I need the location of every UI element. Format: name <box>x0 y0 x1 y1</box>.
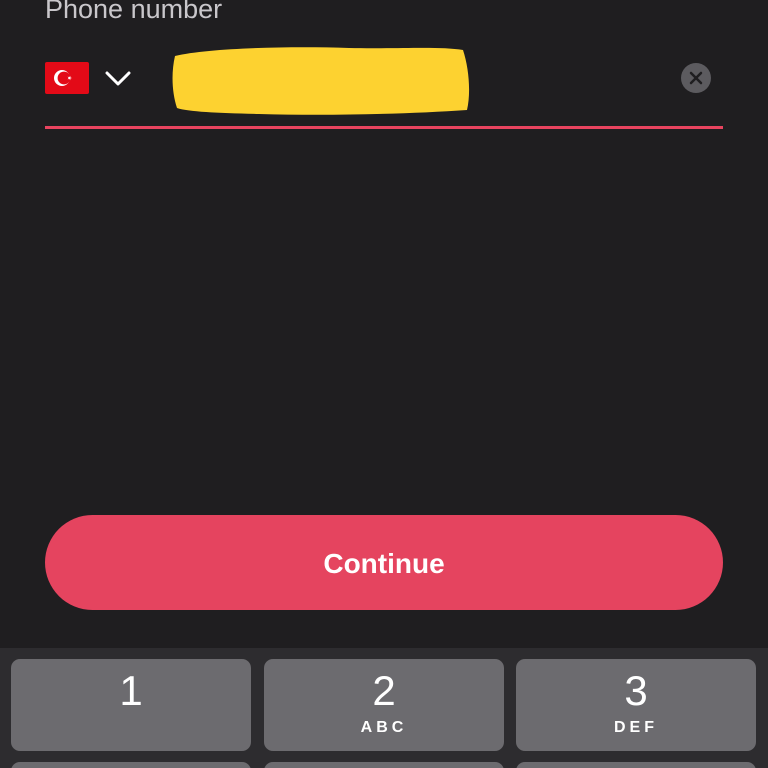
key-6[interactable] <box>516 762 756 768</box>
key-3[interactable]: 3 DEF <box>516 659 756 751</box>
key-1[interactable]: 1 <box>11 659 251 751</box>
key-letters: ABC <box>360 719 408 736</box>
phone-input-row <box>45 47 723 115</box>
close-icon <box>689 71 703 85</box>
phone-number-label: Phone number <box>45 0 223 24</box>
chevron-down-icon[interactable] <box>103 64 133 94</box>
phone-input-underline <box>45 126 723 129</box>
key-2[interactable]: 2 ABC <box>264 659 504 751</box>
clear-input-button[interactable] <box>681 63 711 93</box>
login-screen: Phone number Continue 1 2 ABC 3 DEF <box>0 0 768 768</box>
key-letters: DEF <box>614 719 658 736</box>
numeric-keyboard: 1 2 ABC 3 DEF <box>0 648 768 768</box>
phone-number-input[interactable] <box>165 56 669 102</box>
key-digit: 3 <box>624 667 648 714</box>
turkey-flag-icon[interactable] <box>45 62 89 94</box>
continue-button[interactable]: Continue <box>45 515 723 610</box>
key-digit: 1 <box>119 667 143 714</box>
key-digit: 2 <box>372 667 396 714</box>
key-4[interactable] <box>11 762 251 768</box>
key-5[interactable] <box>264 762 504 768</box>
